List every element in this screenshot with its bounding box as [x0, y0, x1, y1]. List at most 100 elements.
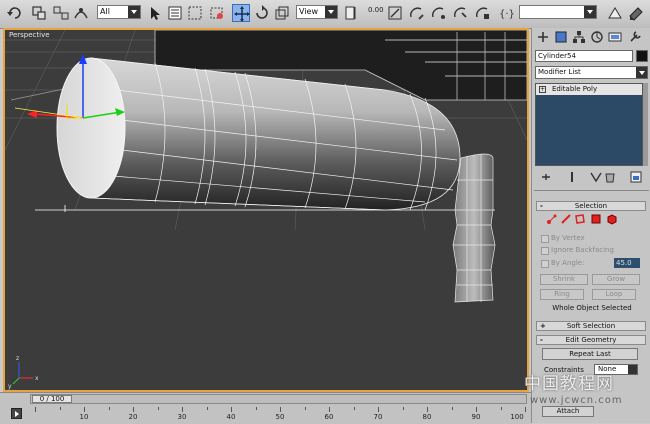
- timeline-tick: [378, 407, 379, 412]
- create-tab-icon[interactable]: [536, 30, 550, 44]
- collapse-icon: -: [540, 336, 543, 344]
- snap-icon[interactable]: [386, 4, 404, 22]
- selection-bounding-box: [35, 205, 495, 212]
- time-slider-bar: 0 / 100 10 20 30 40 50 60 70 80 90 100: [0, 392, 531, 424]
- spinner-snap-value: 0.00: [368, 6, 384, 14]
- selection-status: Whole Object Selected: [552, 304, 632, 312]
- reference-coord-dropdown[interactable]: View: [296, 5, 338, 19]
- angle-value: 45.0: [616, 259, 632, 267]
- viewport-scene: z x y: [5, 30, 527, 390]
- select-object-icon[interactable]: [146, 4, 164, 22]
- hierarchy-tab-icon[interactable]: [572, 30, 586, 44]
- unlink-icon[interactable]: [52, 4, 70, 22]
- soft-selection-rollout-header[interactable]: + Soft Selection: [536, 321, 646, 331]
- utilities-tab-icon[interactable]: [628, 30, 642, 44]
- timeline-tick-label: 50: [275, 413, 285, 421]
- element-icon[interactable]: [606, 213, 618, 225]
- object-name-field[interactable]: Cylinder54: [535, 50, 633, 62]
- select-by-name-icon[interactable]: [166, 4, 184, 22]
- motion-tab-icon[interactable]: [590, 30, 604, 44]
- ring-button[interactable]: Ring: [540, 289, 584, 300]
- ignore-backfacing-checkbox[interactable]: Ignore Backfacing: [541, 246, 614, 255]
- time-slider-thumb[interactable]: 0 / 100: [32, 395, 72, 403]
- selection-filter-dropdown[interactable]: All: [97, 5, 141, 19]
- by-angle-checkbox[interactable]: By Angle:: [541, 259, 584, 268]
- chevron-down-icon: [325, 6, 337, 18]
- display-tab-icon[interactable]: [608, 30, 622, 44]
- object-color-swatch[interactable]: [636, 50, 648, 62]
- select-move-icon[interactable]: [232, 4, 250, 22]
- material-editor-icon[interactable]: [606, 4, 624, 22]
- axis-y-label: y: [8, 383, 12, 390]
- timeline-tick: [500, 407, 502, 410]
- timeline-tick-label: 10: [79, 413, 89, 421]
- angle-spinner[interactable]: 45.0: [614, 258, 640, 268]
- command-panel: Cylinder54 Modifier List + Editable Poly: [531, 28, 650, 423]
- by-vertex-checkbox[interactable]: By Vertex: [541, 234, 585, 243]
- polygon-icon[interactable]: [590, 213, 602, 225]
- subobject-level-icons: [546, 213, 636, 227]
- timeline-tick-label: 100: [510, 413, 524, 421]
- vertex-icon[interactable]: [546, 213, 558, 225]
- loop-button[interactable]: Loop: [592, 289, 636, 300]
- undo-icon[interactable]: [6, 4, 24, 22]
- render-icon[interactable]: [627, 4, 645, 22]
- show-end-result-icon[interactable]: [565, 170, 579, 184]
- bind-spacewarp-icon[interactable]: [72, 4, 90, 22]
- mirror-icon[interactable]: [452, 4, 470, 22]
- timeline-tick: [353, 407, 355, 410]
- modifier-stack[interactable]: + Editable Poly: [535, 83, 643, 166]
- stack-toolbar: [535, 170, 648, 184]
- percent-snap-icon[interactable]: [430, 4, 448, 22]
- selection-rollout-title: Selection: [574, 202, 608, 210]
- manipulate-icon[interactable]: {·}: [496, 4, 514, 22]
- selection-filter-value: All: [100, 7, 110, 16]
- frame-display: 0 / 100: [39, 395, 65, 403]
- remove-modifier-icon[interactable]: [603, 170, 617, 184]
- selection-rollout-header[interactable]: - Selection: [536, 201, 646, 211]
- stack-item-label: Editable Poly: [552, 85, 598, 93]
- chevron-down-icon: [628, 365, 637, 374]
- modify-tab-icon[interactable]: [554, 30, 568, 44]
- play-icon[interactable]: [11, 408, 22, 419]
- select-link-icon[interactable]: [30, 4, 48, 22]
- select-scale-icon[interactable]: [273, 4, 291, 22]
- named-selection-dropdown[interactable]: [519, 5, 597, 19]
- repeat-last-button[interactable]: Repeat Last: [542, 348, 638, 360]
- table-leg: [452, 153, 496, 303]
- modifier-list-dropdown[interactable]: Modifier List: [535, 66, 648, 79]
- align-icon[interactable]: [474, 4, 492, 22]
- select-rotate-icon[interactable]: [253, 4, 271, 22]
- pin-stack-icon[interactable]: [539, 170, 553, 184]
- edit-geometry-rollout-header[interactable]: - Edit Geometry: [536, 335, 646, 345]
- collapse-icon: -: [540, 202, 543, 210]
- time-slider-track[interactable]: [30, 394, 527, 404]
- stack-item-editable-poly[interactable]: + Editable Poly: [536, 84, 642, 95]
- configure-sets-icon[interactable]: [629, 170, 643, 184]
- shrink-button[interactable]: Shrink: [540, 274, 588, 285]
- stack-scrollbar[interactable]: [643, 83, 648, 166]
- make-unique-icon[interactable]: [589, 170, 603, 184]
- timeline-tick: [427, 407, 428, 412]
- timeline-tick: [35, 407, 36, 412]
- timeline-ruler[interactable]: 10 20 30 40 50 60 70 80 90 100: [35, 407, 526, 423]
- border-icon[interactable]: [574, 213, 586, 225]
- expand-icon[interactable]: +: [539, 86, 546, 93]
- axis-tripod-icon: z x y: [8, 355, 39, 390]
- attach-button[interactable]: Attach: [542, 406, 594, 417]
- timeline-tick-label: 90: [471, 413, 481, 421]
- grow-button[interactable]: Grow: [592, 274, 640, 285]
- modifier-list-label: Modifier List: [538, 68, 581, 76]
- rect-region-icon[interactable]: [186, 4, 204, 22]
- timeline-tick: [108, 407, 110, 410]
- edge-icon[interactable]: [560, 213, 572, 225]
- svg-text:{·}: {·}: [499, 9, 514, 20]
- timeline-tick-label: 80: [422, 413, 432, 421]
- timeline-tick: [329, 407, 330, 412]
- pivot-center-icon[interactable]: [342, 4, 360, 22]
- window-crossing-icon[interactable]: [208, 4, 226, 22]
- viewport-label[interactable]: Perspective: [9, 31, 50, 39]
- angle-snap-icon[interactable]: [408, 4, 426, 22]
- timeline-tick: [157, 407, 159, 410]
- perspective-viewport[interactable]: z x y Perspective: [3, 28, 529, 392]
